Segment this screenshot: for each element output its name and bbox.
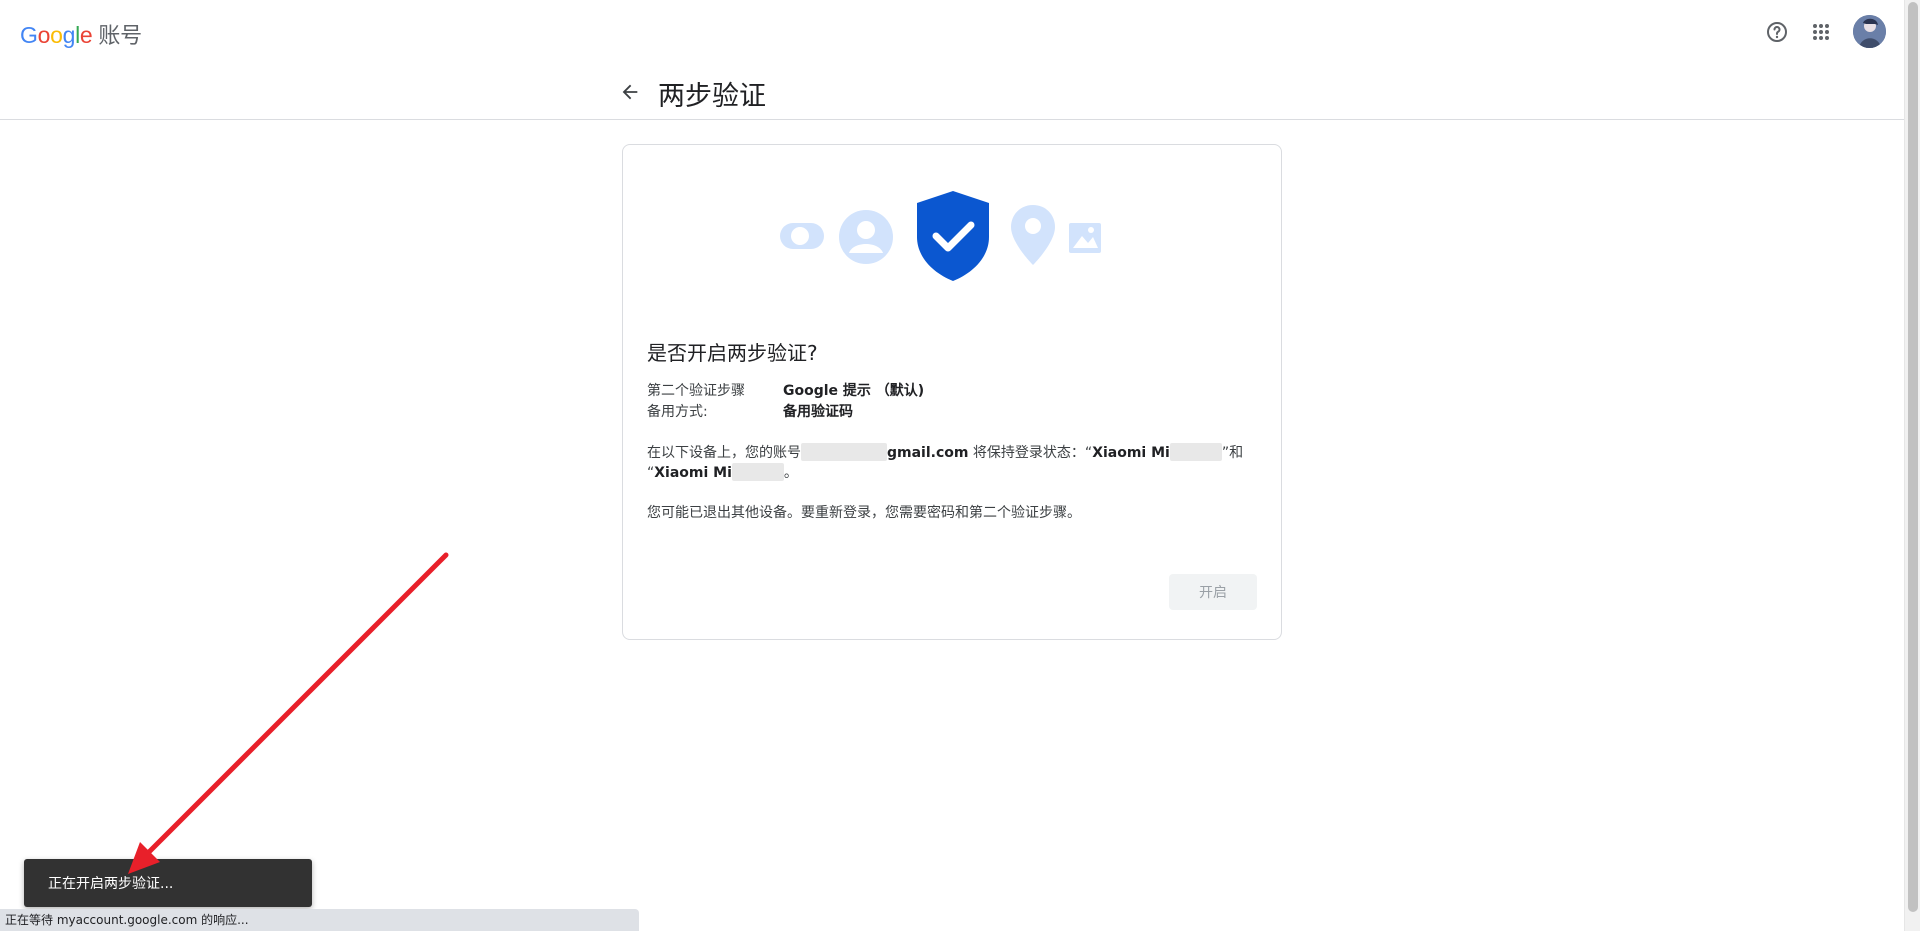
verification-info: 第二个验证步骤 Google 提示 （默认) 备用方式: 备用验证码 [647, 381, 924, 423]
backup-method-value: 备用验证码 [783, 404, 853, 420]
redacted-device [1169, 443, 1222, 461]
product-name: 账号 [98, 24, 142, 49]
devices-paragraph: 在以下设备上，您的账号 gmail.com 将保持登录状态：“Xiaomi Mi”… [647, 443, 1259, 483]
info-row-backup: 备用方式: 备用验证码 [647, 402, 924, 423]
shield-check-icon [917, 191, 989, 281]
backup-method-label: 备用方式: [647, 404, 708, 420]
enable-button[interactable]: 开启 [1169, 574, 1257, 610]
person-illustration-icon [839, 210, 893, 264]
snackbar: 正在开启两步验证... [24, 859, 312, 907]
google-account-logo[interactable]: Google 账号 [20, 18, 142, 50]
help-circle-icon [1767, 22, 1787, 42]
card-heading: 是否开启两步验证? [647, 341, 818, 365]
redacted-email [801, 443, 887, 461]
para-text: 在以下设备上，您的账号 [647, 445, 801, 461]
avatar-image-icon [1853, 15, 1886, 48]
toggle-illustration-icon [780, 223, 824, 249]
two-step-illustration [780, 191, 1101, 281]
image-illustration-icon [1069, 223, 1101, 253]
browser-status-bar: 正在等待 myaccount.google.com 的响应... [0, 909, 639, 931]
account-avatar[interactable] [1853, 15, 1886, 48]
page-title: 两步验证 [658, 81, 766, 112]
logo-letter: g [62, 22, 76, 48]
email-domain: gmail.com [887, 445, 969, 461]
redacted-device [731, 463, 784, 481]
device-name: Xiaomi Mi [654, 465, 732, 481]
page-scrollbar[interactable] [1904, 0, 1920, 931]
para-text: 将保持登录状态：“ [968, 445, 1093, 461]
google-apps-button[interactable] [1805, 16, 1837, 48]
arrow-shaft [143, 552, 449, 858]
logo-letter: G [20, 22, 38, 48]
signout-paragraph: 您可能已退出其他设备。要重新登录，您需要密码和第二个验证步骤。 [647, 505, 1081, 521]
status-text: 正在等待 myaccount.google.com 的响应... [5, 913, 249, 927]
arrow-back-icon [622, 84, 638, 100]
para-text: 。 [783, 465, 798, 481]
scrollbar-thumb[interactable] [1908, 2, 1918, 912]
page-title-bar: 两步验证 [0, 64, 1904, 120]
help-button[interactable] [1761, 16, 1793, 48]
two-step-verification-card: 是否开启两步验证? 第二个验证步骤 Google 提示 （默认) 备用方式: 备… [622, 144, 1282, 640]
second-step-label: 第二个验证步骤 [647, 383, 745, 399]
location-pin-illustration-icon [1011, 205, 1055, 265]
logo-letter: o [50, 22, 63, 48]
info-row-second-step: 第二个验证步骤 Google 提示 （默认) [647, 381, 924, 402]
logo-letter: e [79, 22, 93, 48]
second-step-value: Google 提示 （默认) [783, 383, 925, 399]
logo-letter: o [37, 22, 51, 48]
device-name: Xiaomi Mi [1092, 445, 1170, 461]
top-header: Google 账号 [0, 0, 1904, 64]
back-button[interactable] [614, 76, 646, 108]
apps-grid-icon [1813, 24, 1829, 40]
para-text: ”和 [1221, 445, 1244, 461]
snackbar-text: 正在开启两步验证... [48, 876, 174, 892]
